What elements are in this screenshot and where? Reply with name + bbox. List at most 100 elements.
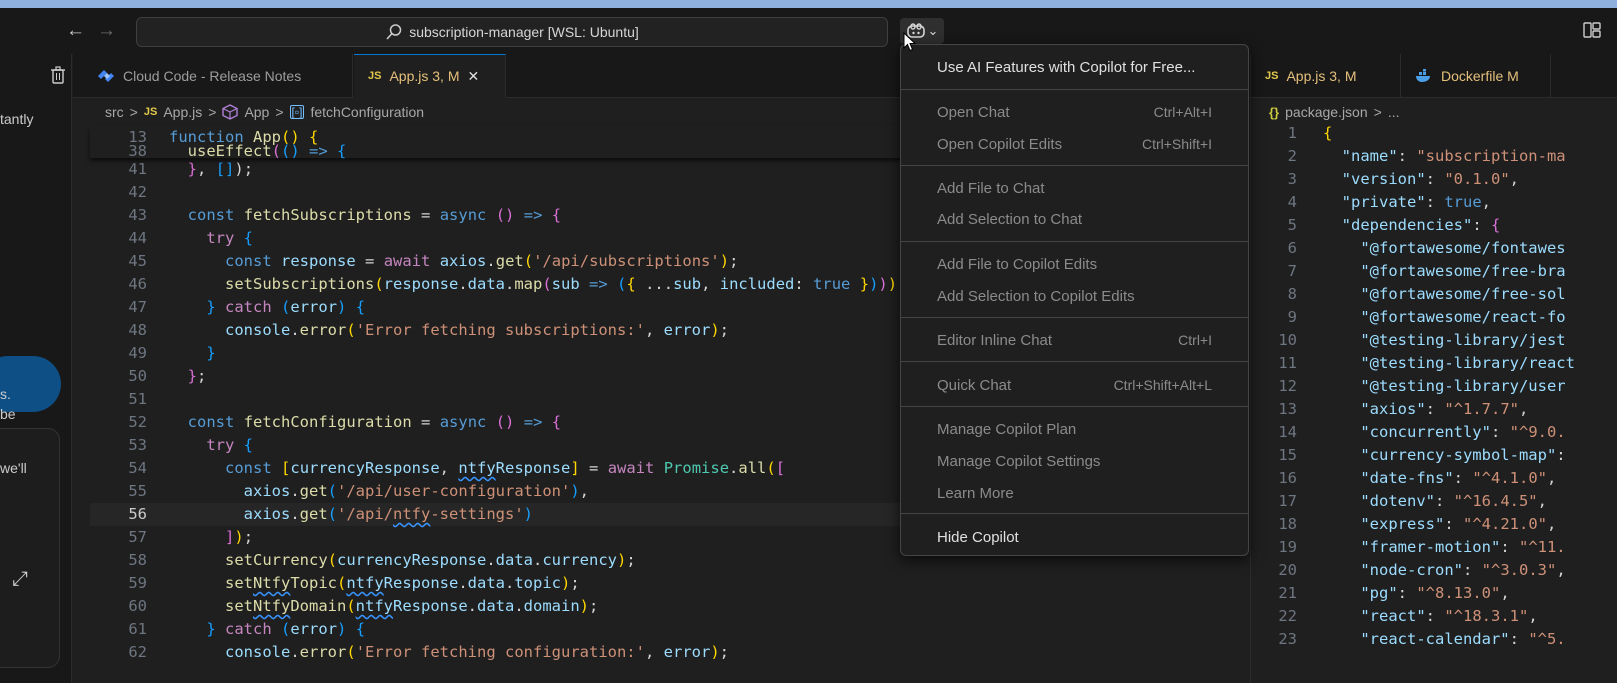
variable-icon: [▫] xyxy=(289,105,305,119)
code-line: 18 "express": "^4.21.0", xyxy=(1278,515,1557,533)
breadcrumb-file[interactable]: App.js xyxy=(163,104,202,120)
code-line: 6 "@fortawesome/fontawes xyxy=(1287,239,1566,257)
tab-cloud-code-release-notes[interactable]: Cloud Code - Release Notes xyxy=(83,54,353,98)
menu-item-manage-copilot-settings[interactable]: Manage Copilot Settings xyxy=(901,449,1248,473)
back-button[interactable]: ← xyxy=(66,20,85,42)
panel-text-fragment: be xyxy=(0,406,16,422)
code-line: 1{ xyxy=(1287,124,1333,142)
panel-text-fragment: we'll xyxy=(0,460,27,476)
breadcrumb-symbol[interactable]: fetchConfiguration xyxy=(310,104,424,120)
js-file-icon: JS xyxy=(368,70,382,82)
code-line: 12 "@testing-library/user xyxy=(1278,377,1566,395)
code-line: 43 const fetchSubscriptions = async () =… xyxy=(128,206,562,224)
js-file-icon: JS xyxy=(143,106,158,118)
title-bar: ← → subscription-manager [WSL: Ubuntu] ⌄ xyxy=(0,8,1617,54)
code-line: 61 } catch (error) { xyxy=(128,620,366,638)
close-icon[interactable]: ✕ xyxy=(468,68,480,85)
tab-label: App.js 3, M xyxy=(1286,68,1357,84)
menu-item-add-file-to-chat[interactable]: Add File to Chat xyxy=(901,176,1248,200)
code-line: 53 try { xyxy=(128,436,254,454)
menu-item-add-selection-to-copilot-edits[interactable]: Add Selection to Copilot Edits xyxy=(901,284,1248,308)
breadcrumb-separator: > xyxy=(208,104,217,120)
menu-separator xyxy=(901,406,1248,407)
right-tab-bar: JS App.js 3, M Dockerfile M xyxy=(1251,54,1617,98)
command-center-search[interactable]: subscription-manager [WSL: Ubuntu] xyxy=(136,17,888,47)
code-line: 13 "axios": "^1.7.7", xyxy=(1278,400,1529,418)
code-line: 22 "react": "^18.3.1", xyxy=(1278,607,1538,625)
menu-separator xyxy=(901,89,1248,90)
menu-separator xyxy=(901,165,1248,166)
code-line: 47 } catch (error) { xyxy=(128,298,366,316)
breadcrumb-separator: > xyxy=(129,104,138,120)
code-line: 50 }; xyxy=(128,367,207,385)
chevron-down-icon: ⌄ xyxy=(927,23,939,38)
panel-text-fragment: s. xyxy=(0,386,11,402)
breadcrumb-more[interactable]: ... xyxy=(1388,104,1400,120)
forward-button[interactable]: → xyxy=(97,20,116,42)
code-line: 7 "@fortawesome/free-bra xyxy=(1287,262,1566,280)
command-center-text: subscription-manager [WSL: Ubuntu] xyxy=(409,24,639,40)
breadcrumb-separator: > xyxy=(275,104,284,120)
menu-separator xyxy=(901,241,1248,242)
code-line: 55 axios.get('/api/user-configuration'), xyxy=(128,482,589,500)
menu-item-add-file-to-copilot-edits[interactable]: Add File to Copilot Edits xyxy=(901,252,1248,276)
docker-icon xyxy=(1416,69,1430,82)
menu-item-manage-copilot-plan[interactable]: Manage Copilot Plan xyxy=(901,417,1248,441)
code-line: 58 setCurrency(currencyResponse.data.cur… xyxy=(128,551,636,569)
menu-item-open-copilot-edits[interactable]: Open Copilot Edits Ctrl+Shift+I xyxy=(901,132,1248,156)
breadcrumb-folder[interactable]: src xyxy=(105,104,124,120)
code-line: 9 "@fortawesome/react-fo xyxy=(1287,308,1566,326)
menu-item-open-chat[interactable]: Open Chat Ctrl+Alt+I xyxy=(901,100,1248,124)
code-line: 17 "dotenv": "^16.4.5", xyxy=(1278,492,1547,510)
breadcrumb: src > JS App.js > App > [▫] fetchConfigu… xyxy=(105,98,424,126)
tab-label: App.js 3, M xyxy=(389,68,460,84)
menu-separator xyxy=(901,361,1248,362)
breadcrumb-component[interactable]: App xyxy=(244,104,269,120)
tab-label: Cloud Code - Release Notes xyxy=(123,68,302,84)
component-icon xyxy=(222,104,239,120)
cloud-code-icon xyxy=(98,70,114,82)
menu-item-use-ai-features[interactable]: Use AI Features with Copilot for Free... xyxy=(901,55,1248,79)
copilot-dropdown-menu: Use AI Features with Copilot for Free...… xyxy=(900,44,1249,556)
code-line: 20 "node-cron": "^3.0.3", xyxy=(1278,561,1566,579)
tab-app-js-right[interactable]: JS App.js 3, M xyxy=(1251,54,1401,98)
code-line: 11 "@testing-library/react xyxy=(1278,354,1575,372)
code-line: 8 "@fortawesome/free-sol xyxy=(1287,285,1566,303)
window-top-strip xyxy=(0,0,1617,8)
code-line: 3 "version": "0.1.0", xyxy=(1287,170,1519,188)
js-file-icon: JS xyxy=(1265,70,1279,82)
left-side-panel: tantly s. be we'll ⤢ xyxy=(0,54,72,683)
tab-dockerfile[interactable]: Dockerfile M xyxy=(1401,54,1551,98)
code-line: 46 setSubscriptions(response.data.map(su… xyxy=(128,275,906,293)
mouse-cursor-icon xyxy=(903,32,917,52)
search-icon xyxy=(386,24,402,40)
code-line: 54 const [currencyResponse, ntfyResponse… xyxy=(128,459,786,477)
layout-icon[interactable] xyxy=(1583,22,1601,38)
trash-icon[interactable] xyxy=(50,66,66,84)
menu-item-editor-inline-chat[interactable]: Editor Inline Chat Ctrl+I xyxy=(901,328,1248,352)
breadcrumb-file[interactable]: package.json xyxy=(1285,104,1368,120)
tab-app-js[interactable]: JS App.js 3, M ✕ xyxy=(354,54,506,98)
code-line: 19 "framer-motion": "^11. xyxy=(1278,538,1566,556)
panel-text-fragment: tantly xyxy=(0,111,34,127)
right-editor-group: JS App.js 3, M Dockerfile M {} package.j… xyxy=(1250,54,1617,683)
code-line: 14 "concurrently": "^9.0. xyxy=(1278,423,1566,441)
breadcrumb-separator: > xyxy=(1373,104,1382,120)
code-line: 21 "pg": "^8.13.0", xyxy=(1278,584,1510,602)
code-line: 4 "private": true, xyxy=(1287,193,1491,211)
menu-item-add-selection-to-chat[interactable]: Add Selection to Chat xyxy=(901,207,1248,231)
code-line: 13 function App() { xyxy=(128,128,319,146)
code-line: 15 "currency-symbol-map": xyxy=(1278,446,1566,464)
package-json-editor[interactable]: 1{ 2 "name": "subscription-ma 3 "version… xyxy=(1251,122,1617,683)
code-line: 59 setNtfyTopic(ntfyResponse.data.topic)… xyxy=(128,574,580,592)
json-icon: {} xyxy=(1269,104,1280,120)
code-line: 52 const fetchConfiguration = async () =… xyxy=(128,413,562,431)
menu-item-quick-chat[interactable]: Quick Chat Ctrl+Shift+Alt+L xyxy=(901,373,1248,397)
panel-action-button[interactable] xyxy=(0,356,61,412)
expand-icon[interactable]: ⤢ xyxy=(12,568,28,591)
code-line: 2 "name": "subscription-ma xyxy=(1287,147,1566,165)
code-line: 45 const response = await axios.get('/ap… xyxy=(128,252,739,270)
code-line: 57 ]); xyxy=(128,528,254,546)
menu-item-learn-more[interactable]: Learn More xyxy=(901,481,1248,505)
menu-item-hide-copilot[interactable]: Hide Copilot xyxy=(901,525,1248,549)
